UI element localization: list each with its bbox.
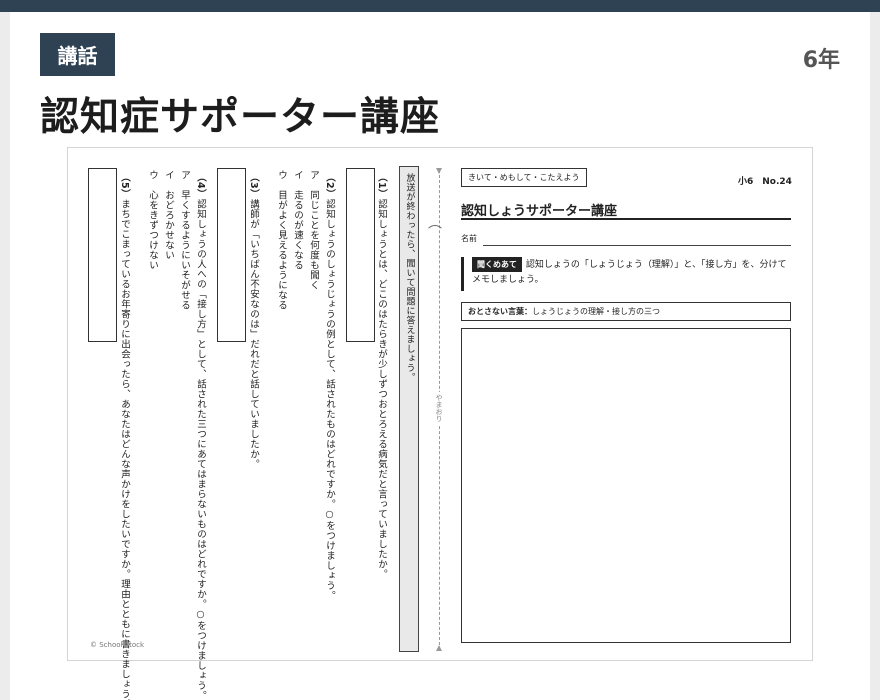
name-label: 名前 xyxy=(461,234,477,243)
question-5-text: まちでこまっているお年寄りに出会ったら、あなたはどんな声かけをしたいですか。理由… xyxy=(119,199,130,700)
copyright: © School Stock xyxy=(90,641,145,649)
worksheet-preview: 放送が終わったら、聞いて問題に答えましょう。 （1）認知しょうとは、どこのはたら… xyxy=(67,147,813,700)
question-3-number: （3） xyxy=(248,172,259,200)
listening-goal-badge: 聞くめあて xyxy=(472,257,522,272)
question-2-text: 認知しょうのしょうじょうの例として、話されたものはどれですか。○をつけましょう。 xyxy=(324,199,335,601)
question-3-text: 講師が「いちばん不安なのは」だれだと話していましたか。 xyxy=(248,199,259,470)
question-2: （2）認知しょうのしょうじょうの例として、話されたものはどれですか。○をつけまし… xyxy=(323,172,336,601)
question-5-number: （5） xyxy=(119,172,130,200)
sheet-title: 認知しょうサポーター講座 xyxy=(461,204,618,219)
answer-box-5[interactable] xyxy=(88,168,117,342)
answer-box-1[interactable] xyxy=(346,168,375,342)
listening-goal: 聞くめあて 認知しょうの「しょうじょう（理解）」と、「接し方」を、分けてメモしまし… xyxy=(461,257,791,291)
announcement-text: 放送が終わったら、聞いて問題に答えましょう。 xyxy=(404,173,415,382)
fold-label: やまおり xyxy=(434,392,444,424)
question-4-text: 認知しょうの人への「接し方」として、話された三つにあてはまらないものはどれですか… xyxy=(195,199,206,700)
keyword-text: しょうじょうの理解・接し方の三つ xyxy=(532,307,660,316)
question-4-option-c: ウ 心をきずつけない xyxy=(147,170,158,270)
top-bar xyxy=(0,0,880,12)
fold-curve-icon: ⌒ xyxy=(428,225,442,241)
question-4-option-a: ア 早くするようにいそがせる xyxy=(179,170,190,310)
question-1-number: （1） xyxy=(376,172,387,200)
name-field[interactable] xyxy=(483,245,791,246)
question-1-text: 認知しょうとは、どこのはたらきが少しずつおとろえる病気だと言っていましたか。 xyxy=(376,199,387,580)
answer-box-3[interactable] xyxy=(217,168,246,342)
page-title: 認知症サポーター講座 xyxy=(40,95,441,140)
keyword-box: おとさない言葉：しょうじょうの理解・接し方の三つ xyxy=(461,302,791,321)
fold-arrow-top-icon xyxy=(436,168,442,174)
question-4: （4）認知しょうの人への「接し方」として、話された三つにあてはまらないものはどれ… xyxy=(194,172,207,700)
question-2-option-b: イ 走るのが速くなる xyxy=(292,170,303,270)
instruction-tag: きいて・めもして・こたえよう xyxy=(461,168,587,187)
question-5: （5）まちでこまっているお年寄りに出会ったら、あなたはどんな声かけをしたいですか… xyxy=(118,172,131,700)
sheet-number: 小6 No.24 xyxy=(738,177,792,187)
question-4-option-b: イ おどろかせない xyxy=(163,170,174,260)
question-2-option-a: ア 同じことを何度も聞く xyxy=(308,170,319,290)
category-badge: 講話 xyxy=(40,33,115,76)
fold-arrow-bottom-icon xyxy=(436,645,442,651)
question-3: （3）講師が「いちばん不安なのは」だれだと話していましたか。 xyxy=(247,172,260,469)
question-2-number: （2） xyxy=(324,172,335,200)
question-2-option-c: ウ 目がよく見えるようになる xyxy=(276,170,287,310)
grade-label: 6年 xyxy=(802,48,840,73)
keyword-label: おとさない言葉： xyxy=(468,307,532,316)
question-1: （1）認知しょうとは、どこのはたらきが少しずつおとろえる病気だと言っていましたか… xyxy=(375,172,388,579)
announcement-box: 放送が終わったら、聞いて問題に答えましょう。 xyxy=(399,166,419,652)
memo-box[interactable] xyxy=(461,328,791,643)
question-4-number: （4） xyxy=(195,172,206,200)
title-rule xyxy=(461,218,791,220)
